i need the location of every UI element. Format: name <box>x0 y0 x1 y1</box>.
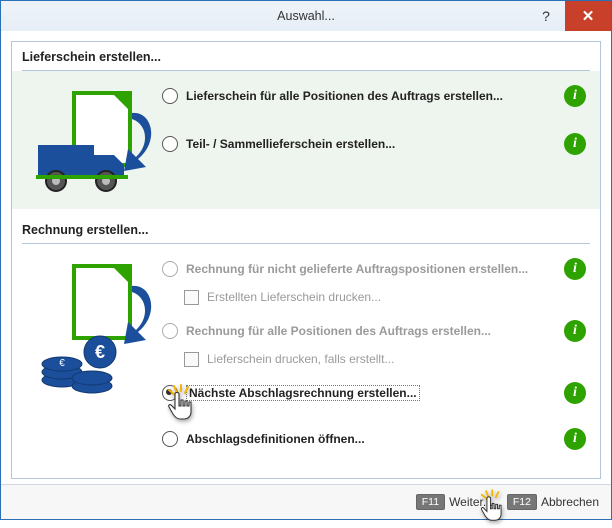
section-lieferschein-body: Lieferschein für alle Positionen des Auf… <box>12 71 600 209</box>
option-ls-partial[interactable]: Teil- / Sammellieferschein erstellen... … <box>162 127 590 161</box>
option-rn-all: Rechnung für alle Positionen des Auftrag… <box>162 314 590 348</box>
option-ls-all[interactable]: Lieferschein für alle Positionen des Auf… <box>162 79 590 113</box>
titlebar: Auswahl... ? ✕ <box>1 1 611 31</box>
info-icon[interactable]: i <box>564 382 586 404</box>
radio-rn-abschlag[interactable] <box>162 385 178 401</box>
coins-document-icon: € € <box>32 262 152 402</box>
svg-text:€: € <box>59 358 65 369</box>
label-ls-partial: Teil- / Sammellieferschein erstellen... <box>186 137 395 151</box>
next-button[interactable]: Weiter... <box>449 495 493 509</box>
label-rn-notdelivered: Rechnung für nicht gelieferte Auftragspo… <box>186 262 528 276</box>
section-rechnung-body: € € Rechnung für nicht gelieferte Auftra… <box>12 244 600 466</box>
radio-ls-partial[interactable] <box>162 136 178 152</box>
rechnung-options: Rechnung für nicht gelieferte Auftragspo… <box>162 252 590 456</box>
checkbox-print-ls1 <box>184 290 199 305</box>
info-icon[interactable]: i <box>564 320 586 342</box>
section-lieferschein-title: Lieferschein erstellen... <box>12 42 600 68</box>
option-rn-notdelivered: Rechnung für nicht gelieferte Auftragspo… <box>162 252 590 286</box>
label-rn-abschlag: Nächste Abschlagsrechnung erstellen... <box>186 385 420 401</box>
lieferschein-options: Lieferschein für alle Positionen des Auf… <box>162 79 590 199</box>
rechnung-illustration: € € <box>22 252 162 456</box>
sub-print-ls1: Erstellten Lieferschein drucken... <box>162 286 590 308</box>
label-print-ls2: Lieferschein drucken, falls erstellt... <box>207 352 394 366</box>
option-rn-abschlagdef[interactable]: Abschlagsdefinitionen öffnen... i <box>162 422 590 456</box>
f12-key-badge: F12 <box>507 494 537 510</box>
info-icon[interactable]: i <box>564 85 586 107</box>
checkbox-print-ls2 <box>184 352 199 367</box>
dialog-footer: F11 Weiter... F12 Abbrechen <box>1 484 611 519</box>
radio-rn-all <box>162 323 178 339</box>
window-title: Auswahl... <box>1 9 611 23</box>
label-rn-all: Rechnung für alle Positionen des Auftrag… <box>186 324 491 338</box>
label-rn-abschlagdef: Abschlagsdefinitionen öffnen... <box>186 432 365 446</box>
cancel-button[interactable]: Abbrechen <box>541 495 599 509</box>
window-controls: ? ✕ <box>527 1 611 31</box>
info-icon[interactable]: i <box>564 258 586 280</box>
dialog-window: Auswahl... ? ✕ Lieferschein erstellen... <box>0 0 612 520</box>
radio-ls-all[interactable] <box>162 88 178 104</box>
close-button[interactable]: ✕ <box>565 1 611 31</box>
lieferschein-illustration <box>22 79 162 199</box>
f11-key-badge: F11 <box>416 494 445 510</box>
radio-rn-notdelivered <box>162 261 178 277</box>
section-rechnung-title: Rechnung erstellen... <box>12 215 600 241</box>
info-icon[interactable]: i <box>564 428 586 450</box>
option-rn-abschlag[interactable]: Nächste Abschlagsrechnung erstellen... i <box>162 376 590 410</box>
sub-print-ls2: Lieferschein drucken, falls erstellt... <box>162 348 590 370</box>
svg-text:€: € <box>95 342 105 362</box>
truck-document-icon <box>32 89 152 199</box>
info-icon[interactable]: i <box>564 133 586 155</box>
dialog-content: Lieferschein erstellen... <box>11 41 601 479</box>
radio-rn-abschlagdef[interactable] <box>162 431 178 447</box>
help-button[interactable]: ? <box>527 1 565 31</box>
label-print-ls1: Erstellten Lieferschein drucken... <box>207 290 381 304</box>
label-ls-all: Lieferschein für alle Positionen des Auf… <box>186 89 503 103</box>
next-button-label: Weiter... <box>449 495 493 509</box>
